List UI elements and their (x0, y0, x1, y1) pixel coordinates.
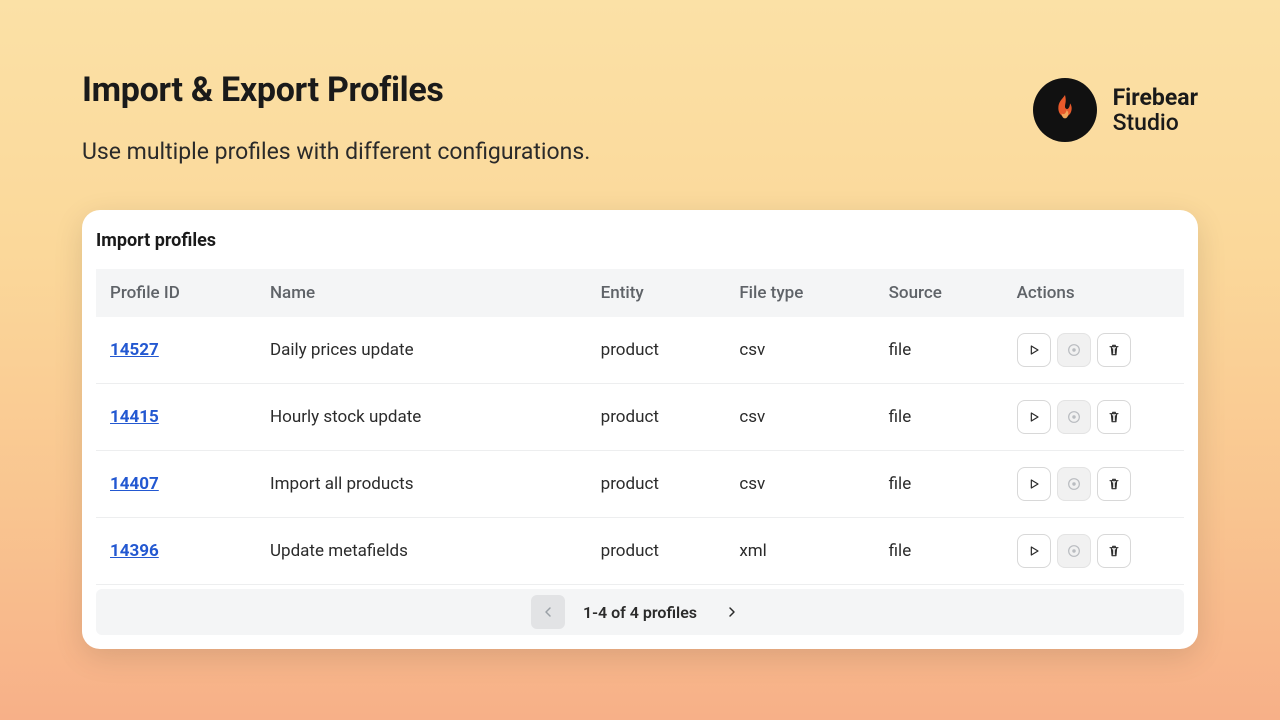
chevron-left-icon (540, 604, 556, 620)
trash-icon (1106, 476, 1122, 492)
profile-id-link[interactable]: 14407 (110, 474, 159, 494)
card-title: Import profiles (82, 230, 1198, 269)
profile-source: file (875, 317, 1003, 384)
trash-icon (1106, 409, 1122, 425)
col-header-file-type: File type (725, 269, 874, 317)
play-icon (1026, 409, 1042, 425)
action-group (1017, 467, 1170, 501)
play-icon (1026, 342, 1042, 358)
delete-button[interactable] (1097, 400, 1131, 434)
play-icon (1026, 476, 1042, 492)
run-button[interactable] (1017, 333, 1051, 367)
profile-id-link[interactable]: 14415 (110, 407, 159, 427)
profile-file-type: csv (725, 384, 874, 451)
stop-button[interactable] (1057, 534, 1091, 568)
profile-id-link[interactable]: 14527 (110, 340, 159, 360)
brand-logo-icon (1033, 78, 1097, 142)
delete-button[interactable] (1097, 467, 1131, 501)
profile-file-type: csv (725, 317, 874, 384)
col-header-name: Name (256, 269, 587, 317)
action-group (1017, 400, 1170, 434)
profiles-table: Profile ID Name Entity File type Source … (96, 269, 1184, 585)
col-header-profile-id: Profile ID (96, 269, 256, 317)
table-row: 14407 Import all products product csv fi… (96, 451, 1184, 518)
profile-id-link[interactable]: 14396 (110, 541, 159, 561)
delete-button[interactable] (1097, 534, 1131, 568)
profile-name: Import all products (256, 451, 587, 518)
profile-entity: product (587, 451, 726, 518)
col-header-entity: Entity (587, 269, 726, 317)
pagination: 1-4 of 4 profiles (96, 589, 1184, 635)
stop-circle-icon (1066, 409, 1082, 425)
profile-file-type: csv (725, 451, 874, 518)
trash-icon (1106, 543, 1122, 559)
action-group (1017, 534, 1170, 568)
profile-entity: product (587, 384, 726, 451)
page-title: Import & Export Profiles (82, 70, 590, 110)
profile-name: Daily prices update (256, 317, 587, 384)
table-row: 14527 Daily prices update product csv fi… (96, 317, 1184, 384)
profiles-card: Import profiles Profile ID Name Entity F… (82, 210, 1198, 649)
profile-entity: product (587, 518, 726, 585)
stop-circle-icon (1066, 342, 1082, 358)
profile-name: Hourly stock update (256, 384, 587, 451)
pagination-text: 1-4 of 4 profiles (583, 603, 697, 622)
stop-button[interactable] (1057, 400, 1091, 434)
profile-name: Update metafields (256, 518, 587, 585)
page-subtitle: Use multiple profiles with different con… (82, 138, 590, 165)
run-button[interactable] (1017, 534, 1051, 568)
profile-file-type: xml (725, 518, 874, 585)
page-prev-button[interactable] (531, 595, 565, 629)
stop-circle-icon (1066, 476, 1082, 492)
profile-entity: product (587, 317, 726, 384)
table-header-row: Profile ID Name Entity File type Source … (96, 269, 1184, 317)
action-group (1017, 333, 1170, 367)
trash-icon (1106, 342, 1122, 358)
brand-name-line1: Firebear (1113, 85, 1198, 110)
brand-name-line2: Studio (1113, 110, 1198, 135)
profile-source: file (875, 384, 1003, 451)
col-header-source: Source (875, 269, 1003, 317)
run-button[interactable] (1017, 467, 1051, 501)
chevron-right-icon (724, 604, 740, 620)
delete-button[interactable] (1097, 333, 1131, 367)
profile-source: file (875, 451, 1003, 518)
table-row: 14396 Update metafields product xml file (96, 518, 1184, 585)
page-next-button[interactable] (715, 595, 749, 629)
table-row: 14415 Hourly stock update product csv fi… (96, 384, 1184, 451)
brand: Firebear Studio (1033, 78, 1198, 142)
stop-button[interactable] (1057, 467, 1091, 501)
play-icon (1026, 543, 1042, 559)
col-header-actions: Actions (1003, 269, 1184, 317)
stop-circle-icon (1066, 543, 1082, 559)
stop-button[interactable] (1057, 333, 1091, 367)
run-button[interactable] (1017, 400, 1051, 434)
profile-source: file (875, 518, 1003, 585)
